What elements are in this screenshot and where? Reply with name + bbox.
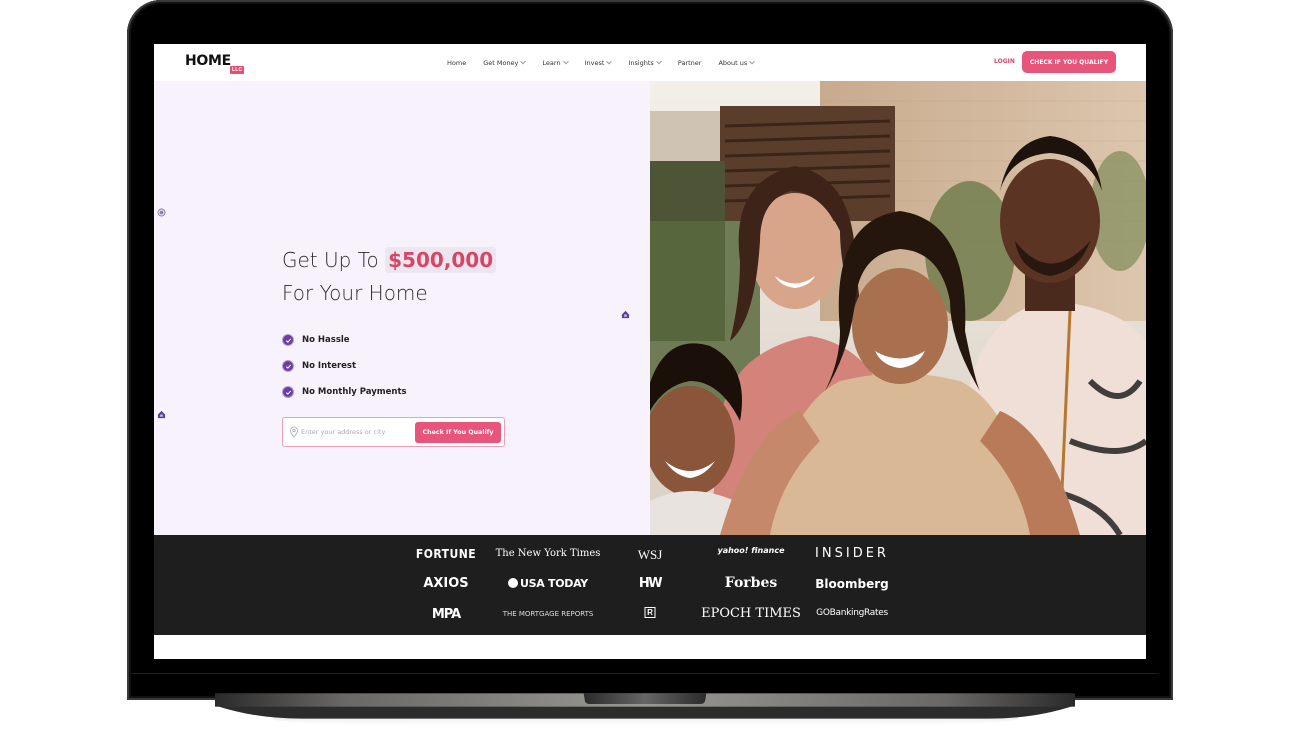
map-pin-icon bbox=[290, 426, 298, 438]
nav-label: Partner bbox=[677, 58, 702, 67]
chevron-down-icon bbox=[562, 58, 569, 64]
nav-label: Insights bbox=[628, 58, 654, 67]
site-header: HOME LLC Home Get Money Learn Invest Ins… bbox=[154, 44, 1146, 81]
decorative-house-icon bbox=[157, 410, 166, 419]
press-logos-bar: FORTUNE The New York Times WSJ yahoo! fi… bbox=[154, 535, 1146, 635]
feature-item: No Interest bbox=[282, 353, 407, 379]
nav-label: Home bbox=[447, 58, 467, 67]
check-if-you-qualify-hero-button[interactable]: Check If You Qualify bbox=[415, 422, 501, 443]
usa-today-dot-icon bbox=[508, 578, 519, 588]
feature-label: No Interest bbox=[302, 361, 357, 371]
check-circle-icon bbox=[282, 334, 294, 346]
nav-label: Invest bbox=[584, 58, 605, 67]
decorative-coin-icon bbox=[157, 208, 166, 217]
feature-item: No Monthly Payments bbox=[282, 379, 407, 405]
title-amount: $500,000 bbox=[385, 247, 497, 273]
address-input[interactable] bbox=[301, 424, 411, 440]
chevron-down-icon bbox=[606, 58, 613, 64]
title-line2: For Your Home bbox=[282, 281, 428, 305]
chevron-down-icon bbox=[520, 58, 527, 64]
nav-item-about-us[interactable]: About us bbox=[718, 58, 756, 67]
press-logo-mortgage-reports: THE MORTGAGE REPORTS bbox=[502, 610, 594, 618]
chevron-down-icon bbox=[655, 58, 662, 64]
check-circle-icon bbox=[282, 360, 294, 372]
press-logo-insider: INSIDER bbox=[815, 546, 889, 561]
press-logo-mpa: MPA bbox=[431, 607, 461, 622]
press-logo-realtor: R bbox=[644, 607, 656, 618]
hero-section: Get Up To $500,000 For Your Home No Hass… bbox=[154, 81, 650, 535]
feature-item: No Hassle bbox=[282, 327, 407, 353]
check-if-you-qualify-button[interactable]: CHECK IF YOU QUALIFY bbox=[1022, 51, 1116, 73]
login-link[interactable]: LOGIN bbox=[994, 58, 1015, 65]
laptop-base bbox=[215, 693, 1075, 729]
decorative-house-icon bbox=[621, 310, 630, 319]
press-logo-forbes: Forbes bbox=[724, 575, 778, 591]
nav-item-partner[interactable]: Partner bbox=[678, 59, 702, 67]
nav-item-learn[interactable]: Learn bbox=[542, 58, 569, 67]
family-photo-illustration bbox=[650, 81, 1146, 535]
address-search-form: Check If You Qualify bbox=[282, 417, 505, 447]
website-screen: HOME LLC Home Get Money Learn Invest Ins… bbox=[154, 44, 1146, 659]
feature-list: No Hassle No Interest No Monthly Payment… bbox=[282, 327, 407, 405]
main-nav: Home Get Money Learn Invest Insights Par… bbox=[447, 44, 771, 81]
logo-badge: LLC bbox=[230, 66, 245, 74]
page-bottom-area bbox=[154, 635, 1146, 659]
feature-label: No Hassle bbox=[302, 335, 350, 345]
chevron-down-icon bbox=[749, 58, 756, 64]
logo[interactable]: HOME LLC bbox=[185, 52, 245, 74]
laptop-mockup: HOME LLC Home Get Money Learn Invest Ins… bbox=[0, 0, 1290, 752]
nav-item-insights[interactable]: Insights bbox=[628, 58, 662, 67]
hero-title: Get Up To $500,000 For Your Home bbox=[282, 244, 497, 310]
logo-text: HOME bbox=[185, 53, 231, 69]
feature-label: No Monthly Payments bbox=[302, 387, 407, 397]
nav-label: About us bbox=[718, 58, 748, 67]
nav-item-home[interactable]: Home bbox=[447, 59, 466, 67]
press-logo-axios: AXIOS bbox=[423, 576, 469, 591]
press-logo-bloomberg: Bloomberg bbox=[815, 577, 889, 591]
press-logo-wsj: WSJ bbox=[637, 547, 663, 562]
press-logo-yahoo-finance: yahoo! finance bbox=[717, 546, 785, 555]
press-logo-usa-today: USA TODAY bbox=[508, 577, 588, 590]
press-logo-epoch-times: EPOCH TIMES bbox=[701, 606, 801, 621]
laptop-bezel-line bbox=[131, 673, 1159, 674]
press-logo-hw: HW bbox=[638, 576, 663, 591]
hero-family-photo bbox=[650, 81, 1146, 535]
title-prefix: Get Up To bbox=[282, 248, 379, 272]
usa-today-text: USA TODAY bbox=[520, 577, 588, 590]
press-logo-fortune: FORTUNE bbox=[415, 547, 477, 561]
nav-item-get-money[interactable]: Get Money bbox=[483, 58, 527, 67]
press-logo-nyt: The New York Times bbox=[495, 548, 601, 559]
nav-item-invest[interactable]: Invest bbox=[584, 58, 613, 67]
nav-label: Learn bbox=[542, 58, 561, 67]
check-circle-icon bbox=[282, 386, 294, 398]
nav-label: Get Money bbox=[483, 58, 519, 67]
press-logo-gobankingrates: GOBankingRates bbox=[816, 608, 888, 618]
